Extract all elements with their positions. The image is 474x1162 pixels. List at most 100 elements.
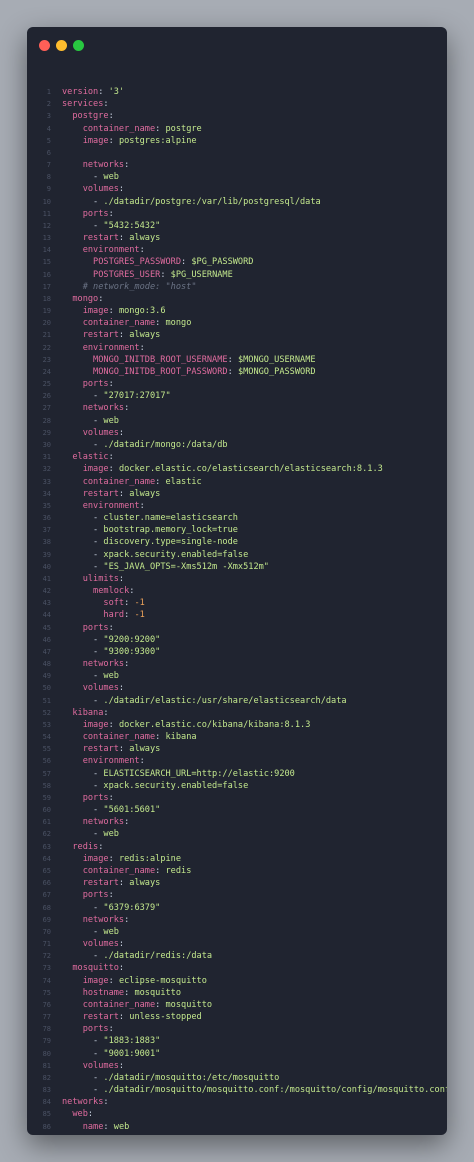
minimize-button[interactable] bbox=[56, 40, 67, 51]
code-token: : bbox=[124, 403, 130, 414]
code-token: networks bbox=[62, 817, 125, 828]
code-line: 83 - ./datadir/mosquitto/mosquitto.conf:… bbox=[27, 1084, 447, 1096]
code-token: elastic bbox=[62, 452, 109, 463]
line-number: 1 bbox=[46, 88, 51, 96]
code-token: "9200:9200" bbox=[103, 634, 161, 645]
code-token: : bbox=[108, 622, 114, 633]
code-token: networks bbox=[62, 659, 125, 670]
line-number: 80 bbox=[42, 1049, 51, 1058]
code-token: $MONGO_USERNAME bbox=[237, 354, 316, 365]
code-token: restart bbox=[62, 1012, 119, 1023]
code-line: 63 redis: bbox=[27, 841, 447, 853]
line-text: - ./datadir/postgre:/var/lib/postgresql/… bbox=[62, 196, 447, 208]
code-token: docker.elastic.co/kibana/kibana:8.1.3 bbox=[118, 719, 311, 730]
code-token: : bbox=[118, 683, 125, 694]
line-text: image: docker.elastic.co/elasticsearch/e… bbox=[62, 463, 447, 475]
line-number: 66 bbox=[42, 879, 51, 888]
code-line: 71 volumes: bbox=[27, 938, 447, 950]
code-token: : bbox=[108, 890, 114, 901]
line-number: 36 bbox=[42, 514, 51, 523]
code-token: image bbox=[62, 719, 109, 730]
code-token: : bbox=[118, 573, 125, 584]
code-line: 38 - discovery.type=single-node bbox=[27, 536, 447, 548]
line-text: image: docker.elastic.co/kibana/kibana:8… bbox=[62, 719, 447, 731]
code-token: : bbox=[227, 366, 238, 377]
code-token: MONGO_INITDB_ROOT_USERNAME bbox=[62, 354, 228, 365]
line-number: 41 bbox=[42, 574, 51, 583]
code-token: : bbox=[108, 719, 119, 730]
code-line: 16 POSTGRES_USER: $PG_USERNAME bbox=[27, 269, 447, 281]
code-line: 23 MONGO_INITDB_ROOT_USERNAME: $MONGO_US… bbox=[27, 354, 447, 366]
code-token: mongo bbox=[62, 293, 99, 304]
line-text: container_name: elastic bbox=[62, 476, 447, 488]
line-text: mongo: bbox=[62, 293, 447, 305]
line-text: restart: unless-stopped bbox=[62, 1011, 447, 1023]
code-token: ./datadir/elastic:/usr/share/elasticsear… bbox=[103, 695, 347, 706]
line-text: volumes: bbox=[62, 938, 447, 950]
line-number: 55 bbox=[42, 745, 51, 754]
code-token: -1 bbox=[134, 598, 145, 609]
code-line: 65 container_name: redis bbox=[27, 865, 447, 877]
close-button[interactable] bbox=[39, 40, 50, 51]
code-line: 73 mosquitto: bbox=[27, 962, 447, 974]
code-token: - bbox=[62, 671, 104, 682]
code-token: web bbox=[103, 926, 119, 937]
code-line: 29 volumes: bbox=[27, 427, 447, 439]
line-number: 7 bbox=[46, 161, 51, 170]
code-token: -1 bbox=[134, 610, 145, 621]
code-line: 40 - "ES_JAVA_OPTS=-Xms512m -Xmx512m" bbox=[27, 561, 447, 573]
code-token: - bbox=[62, 926, 104, 937]
code-token: POSTGRES_PASSWORD bbox=[62, 257, 181, 268]
code-token: container_name bbox=[62, 732, 156, 743]
zoom-button[interactable] bbox=[73, 40, 84, 51]
line-number: 24 bbox=[42, 367, 51, 376]
line-text: restart: always bbox=[62, 743, 447, 755]
code-token: : bbox=[155, 123, 166, 134]
code-token: postgre bbox=[165, 123, 202, 134]
code-token: : bbox=[124, 160, 130, 171]
code-token: : bbox=[139, 342, 145, 353]
code-token: : bbox=[108, 306, 119, 317]
line-number: 67 bbox=[42, 891, 51, 900]
line-number: 82 bbox=[42, 1073, 51, 1082]
line-number: 21 bbox=[42, 331, 51, 340]
line-number: 11 bbox=[42, 209, 51, 218]
code-line: 68 - "6379:6379" bbox=[27, 902, 447, 914]
line-text bbox=[62, 147, 447, 159]
line-text: ports: bbox=[62, 792, 447, 804]
line-number: 22 bbox=[42, 343, 51, 352]
line-number: 32 bbox=[42, 465, 51, 474]
code-token: "5601:5601" bbox=[103, 805, 161, 816]
line-text: - bootstrap.memory_lock=true bbox=[62, 524, 447, 536]
code-token: : bbox=[118, 939, 125, 950]
line-number: 33 bbox=[42, 477, 51, 486]
code-line: 72 - ./datadir/redis:/data bbox=[27, 950, 447, 962]
code-line: 25 ports: bbox=[27, 378, 447, 390]
line-text: hard: -1 bbox=[62, 609, 447, 621]
line-number: 9 bbox=[46, 185, 51, 194]
line-text: - "5432:5432" bbox=[62, 220, 447, 232]
line-text: services: bbox=[62, 98, 447, 110]
code-token: : bbox=[118, 744, 130, 755]
line-number: 59 bbox=[42, 793, 51, 802]
code-line: 37 - bootstrap.memory_lock=true bbox=[27, 524, 447, 536]
code-line: 13 restart: always bbox=[27, 232, 447, 244]
line-text: - web bbox=[62, 171, 447, 183]
code-token: hostname bbox=[62, 987, 125, 998]
code-token: : bbox=[98, 841, 104, 852]
code-line: 75 hostname: mosquitto bbox=[27, 987, 447, 999]
code-token: - bbox=[62, 768, 104, 779]
code-line: 21 restart: always bbox=[27, 329, 447, 341]
code-token: soft bbox=[62, 598, 125, 609]
code-token: ports bbox=[62, 792, 109, 803]
line-text: MONGO_INITDB_ROOT_PASSWORD: $MONGO_PASSW… bbox=[62, 366, 447, 378]
code-line: 64 image: redis:alpine bbox=[27, 853, 447, 865]
code-token: container_name bbox=[62, 866, 156, 876]
code-line: 36 - cluster.name=elasticsearch bbox=[27, 512, 447, 524]
code-token: restart bbox=[62, 878, 119, 889]
code-token: : bbox=[155, 476, 166, 487]
code-token: postgres:alpine bbox=[118, 135, 197, 146]
code-line: 79 - "1883:1883" bbox=[27, 1035, 447, 1047]
line-text: volumes: bbox=[62, 427, 447, 439]
line-number: 50 bbox=[42, 684, 51, 693]
